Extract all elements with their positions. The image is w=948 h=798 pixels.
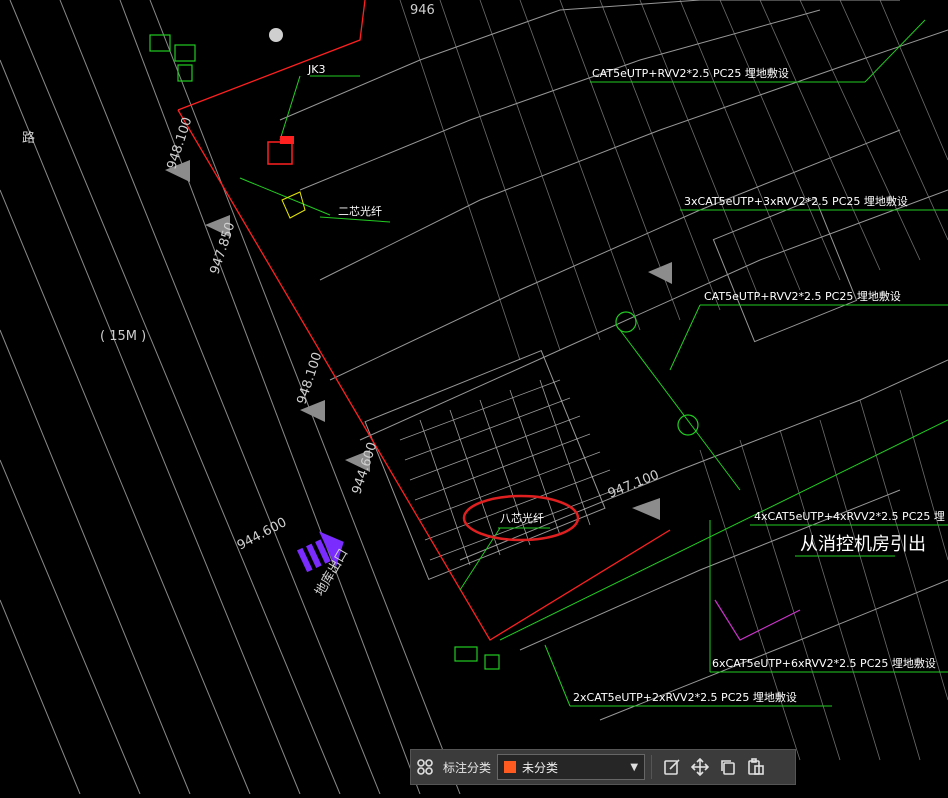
label-road-width: ( 15M ): [100, 329, 146, 344]
label-elev-6: 947.100: [606, 468, 661, 502]
magenta-line: [714, 599, 801, 641]
label-jk3: JK3: [307, 63, 325, 76]
hatch-lines: [399, 0, 948, 761]
grid-icon[interactable]: [411, 753, 439, 781]
label-cable-5: 从消控机房引出: [800, 534, 926, 555]
jk3-marker: [280, 136, 294, 144]
label-fiber-2: 二芯光纤: [338, 204, 382, 218]
chevron-down-icon: ▼: [630, 761, 639, 773]
site-boundary-left: [177, 109, 671, 641]
copy-icon[interactable]: [714, 753, 742, 781]
label-cable-4: 4xCAT5eUTP+4xRVV2*2.5 PC25 埋: [754, 510, 945, 523]
manhole-symbol: [269, 28, 283, 42]
label-elev-3: 948.100: [295, 350, 326, 406]
site-boundary: [177, 0, 366, 111]
category-value: 未分类: [522, 760, 559, 775]
category-select[interactable]: 未分类 ▼: [497, 754, 646, 780]
road-lines: [0, 0, 461, 795]
label-road: 路: [22, 130, 35, 146]
cad-drawing: JK3 二芯光纤 八芯光纤 CAT5eUTP+RVV2*2.5 PC25 埋地敷…: [0, 0, 948, 795]
grade-markers: [165, 160, 672, 520]
move-icon[interactable]: [686, 753, 714, 781]
label-elev-1: 948.100: [165, 115, 196, 171]
toolbar-divider: [651, 755, 653, 779]
category-color-swatch: [504, 761, 517, 773]
paste-icon[interactable]: [742, 753, 770, 781]
paving-grid: [399, 379, 621, 566]
cad-drawing-canvas[interactable]: JK3 二芯光纤 八芯光纤 CAT5eUTP+RVV2*2.5 PC25 埋地敷…: [0, 0, 948, 795]
label-cable-1: CAT5eUTP+RVV2*2.5 PC25 埋地敷设: [592, 66, 789, 80]
cable-lines: [239, 19, 948, 707]
yellow-symbol: [281, 191, 306, 219]
label-fiber-8: 八芯光纤: [500, 511, 544, 525]
edit-icon[interactable]: [658, 753, 686, 781]
category-label: 标注分类: [443, 760, 492, 775]
label-elev-top: 946: [410, 3, 435, 18]
jk3-box: [267, 141, 293, 165]
label-elev-4: 944.600: [350, 440, 381, 496]
label-cable-7: 2xCAT5eUTP+2xRVV2*2.5 PC25 埋地敷设: [573, 690, 797, 704]
label-elev-2: 947.850: [208, 220, 239, 276]
junction-symbol: [149, 34, 699, 670]
label-cable-3: CAT5eUTP+RVV2*2.5 PC25 埋地敷设: [704, 289, 901, 303]
annotation-toolbar: 标注分类 未分类 ▼: [410, 749, 796, 785]
label-cable-6: 6xCAT5eUTP+6xRVV2*2.5 PC25 埋地敷设: [712, 656, 936, 670]
building-outlines: [279, 0, 948, 721]
label-cable-2: 3xCAT5eUTP+3xRVV2*2.5 PC25 埋地敷设: [684, 194, 908, 208]
